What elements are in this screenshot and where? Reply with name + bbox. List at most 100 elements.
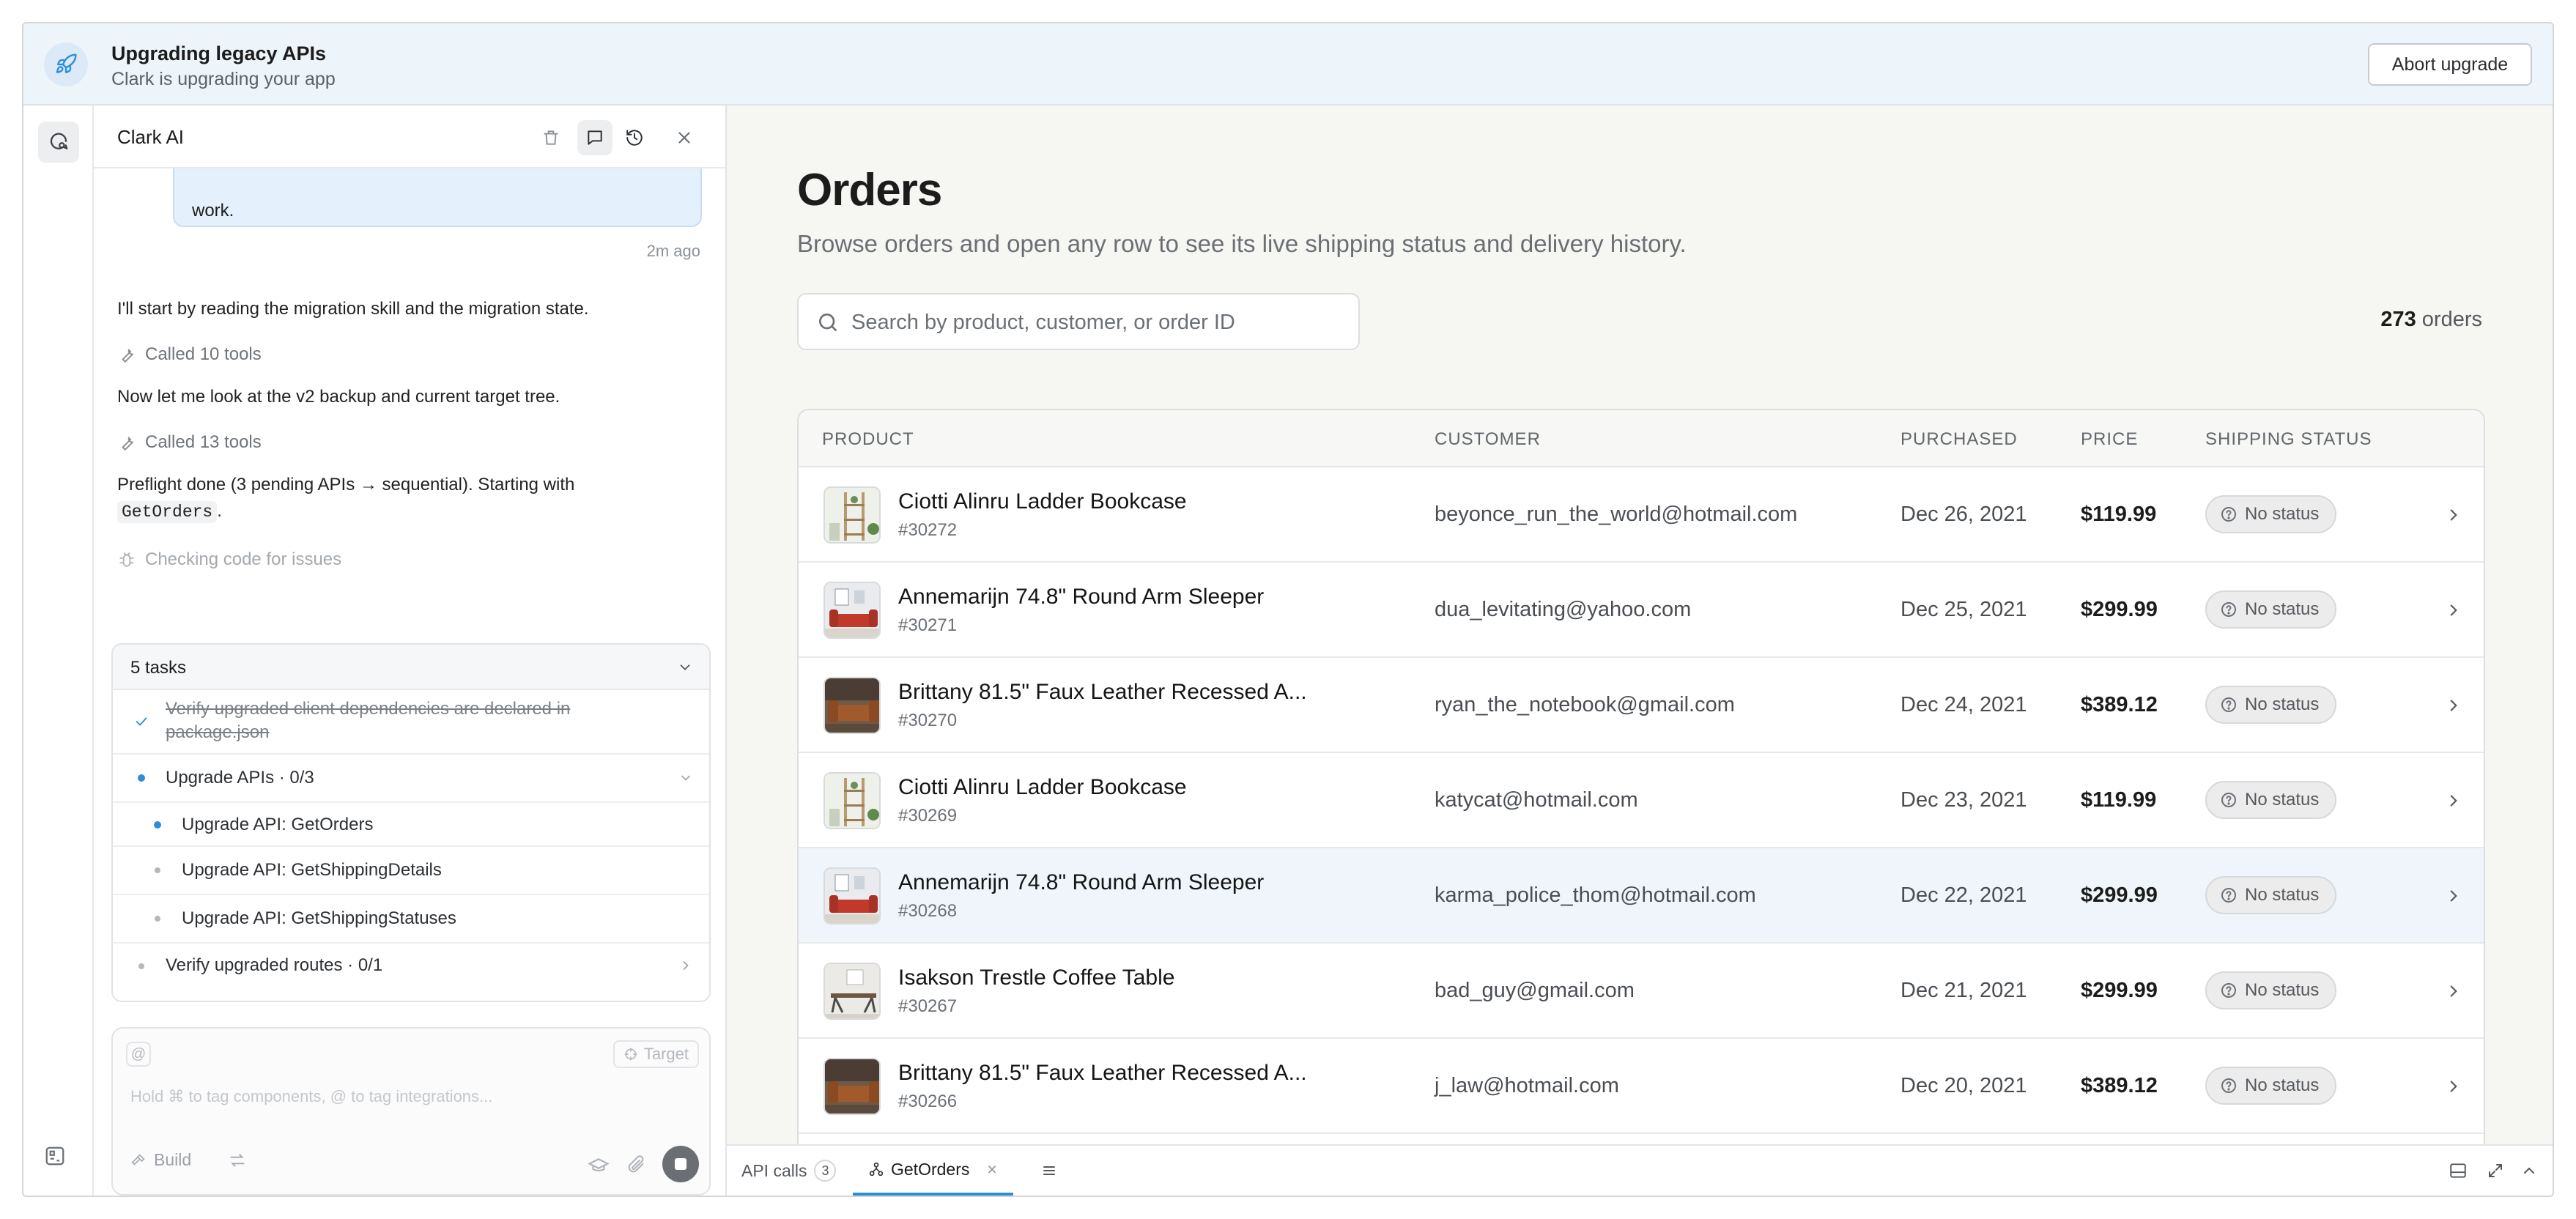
order-id: #30271 <box>898 615 958 635</box>
order-id: #30272 <box>898 520 958 540</box>
table-row[interactable]: Brittany 81.5" Faux Leather Recessed A..… <box>799 1039 2484 1134</box>
search-input[interactable]: Search by product, customer, or order ID <box>797 293 1360 350</box>
upgrade-banner: Upgrading legacy APIs Clark is upgrading… <box>23 23 2553 105</box>
tab-get-orders[interactable]: GetOrders × <box>853 1146 1013 1196</box>
task-item[interactable]: Upgrade APIs · 0/3 <box>113 755 709 803</box>
order-price: $299.99 <box>2081 979 2158 1002</box>
chevron-right-icon <box>2450 604 2457 616</box>
product-name: Ciotti Alinru Ladder Bookcase <box>898 775 1187 799</box>
table-row[interactable]: Annemarijn 74.8" Round Arm Sleeper #30268… <box>799 848 2484 944</box>
tool-call-summary[interactable]: Called 10 tools <box>117 344 262 365</box>
chat-composer[interactable]: @ Target Hold ⌘ to tag components, @ to … <box>111 1027 711 1196</box>
subtask-item[interactable]: Upgrade API: GetShippingDetails <box>113 847 709 895</box>
expand-icon[interactable] <box>2487 1146 2504 1196</box>
chevron-right-icon <box>2450 509 2457 521</box>
table-row[interactable] <box>799 1134 2484 1144</box>
table-row[interactable]: Brittany 81.5" Faux Leather Recessed A..… <box>799 658 2484 753</box>
product-thumbnail <box>823 677 881 734</box>
subtask-item[interactable]: Upgrade API: GetOrders <box>113 803 709 847</box>
task-label: Upgrade APIs · 0/3 <box>166 768 314 788</box>
table-row[interactable]: Annemarijn 74.8" Round Arm Sleeper #30271… <box>799 563 2484 658</box>
bottom-tab-bar: API calls 3 GetOrders × <box>727 1144 2553 1196</box>
chevron-up-icon[interactable] <box>2520 1146 2538 1196</box>
target-button[interactable]: Target <box>612 1040 699 1068</box>
history-icon[interactable] <box>617 120 652 155</box>
orders-page: Orders Browse orders and open any row to… <box>727 105 2553 1144</box>
build-mode-button[interactable]: Build <box>130 1150 247 1170</box>
tab-api-calls-label: API calls <box>741 1160 807 1180</box>
status-label: No status <box>2245 1075 2320 1095</box>
column-header-customer[interactable]: CUSTOMER <box>1435 429 1541 450</box>
panel-layout-icon[interactable] <box>2449 1146 2468 1196</box>
panel-title: Clark AI <box>117 126 185 148</box>
mention-button[interactable]: @ <box>126 1042 151 1067</box>
paperclip-icon[interactable] <box>626 1155 646 1175</box>
status-label: No status <box>2245 885 2320 905</box>
graduation-cap-icon[interactable] <box>588 1155 610 1177</box>
task-list-header[interactable]: 5 tasks <box>113 645 709 690</box>
chevron-down-icon <box>680 664 690 671</box>
chat-search-icon <box>50 133 68 149</box>
column-header-shipping-status[interactable]: SHIPPING STATUS <box>2205 429 2372 450</box>
trash-icon[interactable] <box>533 120 569 155</box>
order-id: #30266 <box>898 1092 958 1111</box>
active-dot-icon <box>138 774 145 782</box>
task-item[interactable]: Verify upgraded routes · 0/1 <box>113 944 709 990</box>
close-icon[interactable] <box>667 120 702 155</box>
chevron-right-icon <box>2450 985 2457 997</box>
purchase-date: Dec 25, 2021 <box>1900 598 2027 621</box>
status-label: No status <box>2245 790 2320 809</box>
task-label: Verify upgraded routes · 0/1 <box>166 955 383 975</box>
order-id: #30270 <box>898 711 958 730</box>
task-item[interactable]: Verify upgraded client dependencies are … <box>113 690 709 755</box>
product-thumbnail <box>823 772 881 829</box>
pending-dot-icon <box>155 867 160 873</box>
chat-rail-button[interactable] <box>38 122 79 163</box>
close-tab-icon[interactable]: × <box>987 1160 996 1179</box>
product-name: Brittany 81.5" Faux Leather Recessed A..… <box>898 680 1307 704</box>
status-label: No status <box>2245 694 2320 714</box>
task-list: 5 tasks Verify upgraded client dependenc… <box>111 643 711 1002</box>
customer-email: beyonce_run_the_world@hotmail.com <box>1435 503 1798 526</box>
stop-button[interactable] <box>662 1146 699 1182</box>
checking-status: Checking code for issues <box>117 549 341 570</box>
tool-call-summary[interactable]: Called 13 tools <box>117 432 262 453</box>
abort-upgrade-button[interactable]: Abort upgrade <box>2368 43 2532 86</box>
tab-get-orders-label: GetOrders <box>891 1159 970 1179</box>
order-id: #30267 <box>898 996 958 1016</box>
chat-bubble-icon[interactable] <box>577 120 612 155</box>
order-price: $119.99 <box>2081 788 2157 812</box>
column-header-price[interactable]: PRICE <box>2081 429 2138 450</box>
composer-input[interactable]: Hold ⌘ to tag components, @ to tag integ… <box>130 1087 492 1106</box>
components-icon[interactable] <box>44 1145 66 1171</box>
column-header-purchased[interactable]: PURCHASED <box>1900 429 2018 450</box>
order-price: $299.99 <box>2081 883 2158 907</box>
column-header-product[interactable]: PRODUCT <box>822 429 914 450</box>
subtask-item[interactable]: Upgrade API: GetShippingStatuses <box>113 895 709 944</box>
tab-api-calls[interactable]: API calls 3 <box>741 1146 837 1196</box>
product-thumbnail <box>823 963 881 1020</box>
active-dot-icon <box>154 821 161 829</box>
product-name: Ciotti Alinru Ladder Bookcase <box>898 489 1187 514</box>
order-price: $389.12 <box>2081 693 2158 716</box>
orders-table: PRODUCT CUSTOMER PURCHASED PRICE SHIPPIN… <box>797 409 2485 1144</box>
order-price: $389.12 <box>2081 1074 2158 1097</box>
product-name: Annemarijn 74.8" Round Arm Sleeper <box>898 870 1265 894</box>
check-icon <box>136 717 147 726</box>
assistant-message: I'll start by reading the migration skil… <box>117 299 589 319</box>
order-price: $299.99 <box>2081 598 2158 621</box>
purchase-date: Dec 24, 2021 <box>1900 693 2027 716</box>
table-row[interactable]: Isakson Trestle Coffee Table #30267 bad_gu… <box>799 944 2484 1039</box>
menu-icon[interactable] <box>1040 1146 1058 1196</box>
purchase-date: Dec 22, 2021 <box>1900 883 2027 907</box>
table-row[interactable]: Ciotti Alinru Ladder Bookcase #30269 katyc… <box>799 753 2484 848</box>
status-badge: No status <box>2205 590 2337 629</box>
wrench-icon <box>122 436 134 451</box>
purchase-date: Dec 23, 2021 <box>1900 788 2027 812</box>
customer-email: j_law@hotmail.com <box>1435 1074 1619 1097</box>
help-circle-icon <box>2221 507 2236 522</box>
left-rail <box>23 105 94 1196</box>
task-label: Verify upgraded client dependencies are … <box>166 699 571 742</box>
product-thumbnail <box>823 582 881 639</box>
table-row[interactable]: Ciotti Alinru Ladder Bookcase #30272 beyon… <box>799 467 2484 563</box>
